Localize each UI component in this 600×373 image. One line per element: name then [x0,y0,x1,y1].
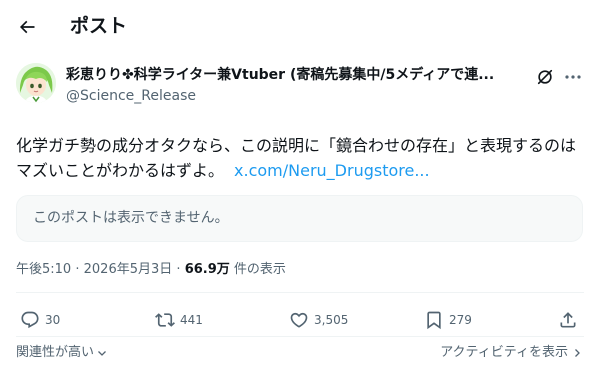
post-header: ポスト [0,0,600,53]
bookmark-button[interactable]: 279 [424,309,472,331]
sort-label: 関連性が高い [16,345,95,360]
bookmark-count: 279 [449,313,472,327]
grok-button[interactable] [534,66,556,88]
share-button[interactable] [558,309,578,331]
post-time[interactable]: 午後5:10 [16,262,71,277]
meta-separator: · [176,262,181,277]
view-count: 66.9万 [184,262,230,277]
reply-icon [21,311,39,329]
sort-relevance-dropdown[interactable]: 関連性が高い [16,344,108,362]
like-button[interactable]: 3,505 [289,309,348,331]
avatar[interactable] [16,63,56,103]
author-name[interactable]: 彩恵りり✤科学ライター兼Vtuber (寄稿先募集中/5メディアで連... [66,66,494,85]
post-meta: 午後5:10 · 2026年5月3日 · 66.9万 件の表示 [16,260,286,279]
activity-label: アクティビティを表示 [440,345,568,360]
reply-button[interactable]: 30 [20,309,60,331]
more-button[interactable] [562,66,584,88]
tweet-link[interactable]: x.com/Neru_Drugstore... [234,161,430,180]
reply-count: 30 [45,313,61,327]
tweet-text: 化学ガチ勢の成分オタクなら、この説明に「鏡合わせの存在」と表現するのはマズいこと… [16,133,584,183]
divider [16,292,584,293]
arrow-left-icon [19,20,35,34]
chevron-right-icon [575,349,580,357]
post-date[interactable]: 2026年5月3日 [84,262,173,277]
anime-avatar-icon [16,63,56,103]
heart-icon [290,312,308,328]
meta-separator: · [75,262,80,277]
bookmark-icon [427,311,441,330]
repost-icon [155,313,175,327]
repost-button[interactable]: 441 [155,309,203,331]
repost-count: 441 [180,313,203,327]
chevron-down-icon [98,351,106,356]
page-title: ポスト [70,15,128,37]
view-count-label: 件の表示 [233,262,286,277]
quoted-post-unavailable[interactable]: このポストは表示できません。 [16,195,583,242]
grok-icon [537,69,553,85]
quote-unavailable-text: このポストは表示できません。 [33,210,229,226]
back-button[interactable] [12,12,42,42]
like-count: 3,505 [314,313,349,327]
share-icon [560,312,576,328]
more-horizontal-icon [565,75,581,79]
divider [16,336,584,337]
view-activity-link[interactable]: アクティビティを表示 [440,344,583,362]
author-handle[interactable]: @Science_Release [66,87,196,106]
